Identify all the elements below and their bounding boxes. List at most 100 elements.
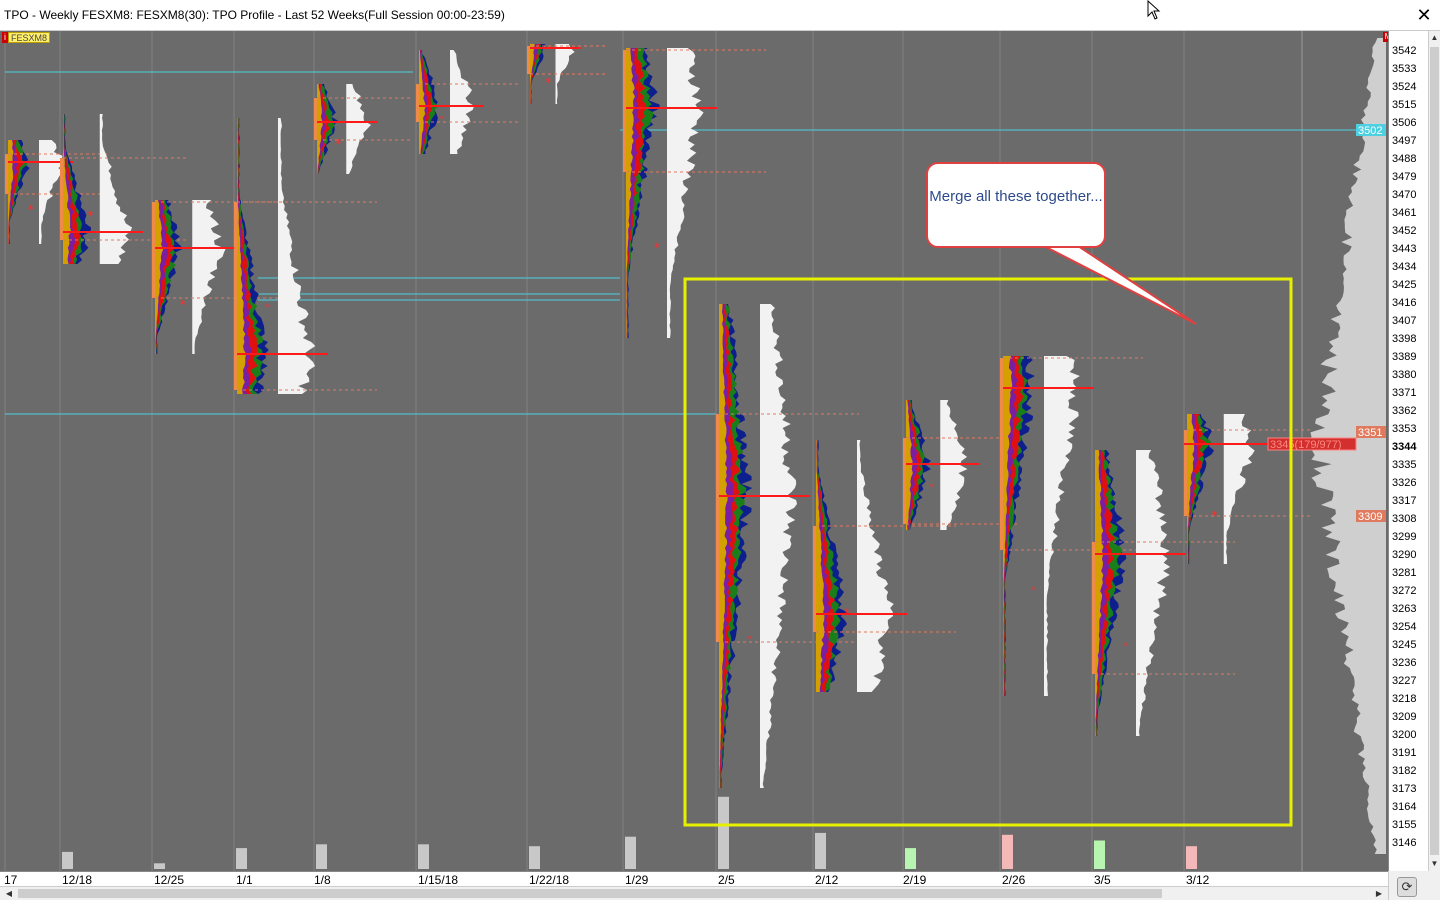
price-tick-label: 3542	[1392, 45, 1416, 57]
value-area-bar	[5, 154, 8, 194]
chart-background	[0, 31, 1388, 871]
price-tick-label: 3443	[1392, 243, 1416, 255]
price-tick-label: 3497	[1392, 135, 1416, 147]
volume-bar	[815, 832, 826, 869]
refresh-icon[interactable]: ⟳	[1397, 877, 1417, 897]
scroll-left-icon[interactable]: ◀	[2, 887, 16, 900]
volume-bar	[316, 844, 327, 869]
price-tick-label: 3506	[1392, 117, 1416, 129]
price-badge-label: 3502	[1358, 125, 1382, 137]
price-tick-label: 3182	[1392, 765, 1416, 777]
price-tick-label: 3362	[1392, 405, 1416, 417]
price-tick-label: 3218	[1392, 693, 1416, 705]
open-star-marker: *	[88, 209, 94, 222]
open-star-marker: *	[265, 301, 271, 314]
volume-bar	[1094, 840, 1105, 869]
date-tick-label: 1/8	[314, 873, 331, 887]
window-title: TPO - Weekly FESXM8: FESXM8(30): TPO Pro…	[4, 8, 505, 22]
price-tick-label: 3479	[1392, 171, 1416, 183]
vertical-scroll-thumb[interactable]	[1430, 47, 1439, 855]
open-star-marker: *	[1212, 509, 1218, 522]
date-tick-label: 1/15/18	[418, 873, 459, 887]
price-tick-label: 3425	[1392, 279, 1416, 291]
price-tick-label: 3434	[1392, 261, 1416, 273]
volume-bar	[625, 836, 636, 869]
open-star-marker: *	[844, 606, 850, 619]
price-tick-label: 3245	[1392, 639, 1416, 651]
date-tick-label: 1/22/18	[529, 873, 570, 887]
price-tick-label: 3272	[1392, 585, 1416, 597]
price-tick-label: 3533	[1392, 63, 1416, 75]
price-tick-label: 3398	[1392, 333, 1416, 345]
price-tick-label: 3524	[1392, 81, 1416, 93]
chart-svg[interactable]: * * * * * * * * * * * * * * 3345(179/977) 3502 3351 3309	[0, 31, 1388, 871]
value-area-bar	[623, 50, 626, 172]
volume-bar	[1002, 834, 1013, 869]
value-area-bar	[60, 158, 63, 240]
horizontal-scrollbar[interactable]: ◀ ▶	[0, 886, 1388, 900]
price-tick-label: 3263	[1392, 603, 1416, 615]
price-tick-label: 3407	[1392, 315, 1416, 327]
date-tick-label: 3/5	[1094, 873, 1111, 887]
tpo-chart[interactable]: * * * * * * * * * * * * * * 3345(179/977) 3502 3351 3309	[0, 31, 1388, 871]
value-area-bar	[314, 98, 317, 140]
price-tick-label: 3236	[1392, 657, 1416, 669]
date-tick-label: 12/25	[154, 873, 185, 887]
price-tick-label: 3254	[1392, 621, 1416, 633]
price-tick-label: 3470	[1392, 189, 1416, 201]
price-badge-label: 3351	[1358, 427, 1382, 439]
date-tick-label: 1/1	[236, 873, 253, 887]
volume-bar	[154, 863, 165, 869]
price-tick-label: 3461	[1392, 207, 1416, 219]
open-star-marker: *	[439, 113, 445, 126]
date-tick-label: 2/12	[815, 873, 839, 887]
price-axis[interactable]: 3542 3533 3524 3515 3506 3497 3488 3479 3470 3461…	[1388, 31, 1428, 871]
price-tick-label: 3290	[1392, 549, 1416, 561]
scroll-right-icon[interactable]: ▶	[1372, 887, 1386, 900]
close-icon[interactable]: ✕	[1412, 3, 1436, 27]
open-star-marker: *	[336, 137, 342, 150]
price-tick-label: 3281	[1392, 567, 1416, 579]
refresh-area: ⟳	[1388, 871, 1440, 900]
open-star-marker: *	[180, 298, 186, 311]
price-tick-label: 3326	[1392, 477, 1416, 489]
price-tick-label: 3146	[1392, 837, 1416, 849]
price-tick-label: 3317	[1392, 495, 1416, 507]
open-star-marker: *	[654, 241, 660, 254]
price-tick-label: 3191	[1392, 747, 1416, 759]
volume-bar	[418, 844, 429, 869]
price-tick-label: 3200	[1392, 729, 1416, 741]
price-tick-label: 3209	[1392, 711, 1416, 723]
volume-bar	[529, 846, 540, 869]
price-axis-svg: 3542 3533 3524 3515 3506 3497 3488 3479 3470 3461…	[1392, 45, 1417, 849]
date-tick-label: 2/19	[903, 873, 927, 887]
poc-label: 3345(179/977)	[1270, 439, 1342, 451]
open-star-marker: *	[1123, 640, 1129, 653]
price-tick-label: 3371	[1392, 387, 1416, 399]
date-tick-label: 3/12	[1186, 873, 1210, 887]
open-star-marker: *	[546, 76, 552, 89]
value-area-bar	[1092, 542, 1095, 674]
price-tick-label: 3299	[1392, 531, 1416, 543]
price-tick-label: 3389	[1392, 351, 1416, 363]
volume-bar	[718, 796, 729, 869]
value-area-bar	[1000, 358, 1003, 550]
volume-bar	[1186, 846, 1197, 869]
scroll-up-icon[interactable]: ▲	[1429, 31, 1440, 45]
open-star-marker: *	[747, 633, 753, 646]
price-tick-label: 3164	[1392, 801, 1416, 813]
price-badge-label: 3309	[1358, 511, 1382, 523]
value-area-bar	[1184, 430, 1187, 516]
title-bar: TPO - Weekly FESXM8: FESXM8(30): TPO Pro…	[0, 0, 1440, 31]
volume-bar	[905, 848, 916, 869]
vertical-scrollbar[interactable]: ▲ ▼	[1428, 31, 1440, 871]
value-area-bar	[716, 414, 719, 642]
mouse-pointer-icon	[1147, 0, 1161, 20]
price-tick-label: 3353	[1392, 423, 1416, 435]
horizontal-scroll-thumb[interactable]	[18, 889, 1162, 898]
scroll-down-icon[interactable]: ▼	[1429, 857, 1440, 871]
value-area-bar	[527, 46, 530, 74]
value-area-bar	[813, 526, 816, 632]
symbol-tag: i FESXM8	[2, 32, 51, 43]
annotation-callout[interactable]: Merge all these together...	[926, 162, 1106, 248]
